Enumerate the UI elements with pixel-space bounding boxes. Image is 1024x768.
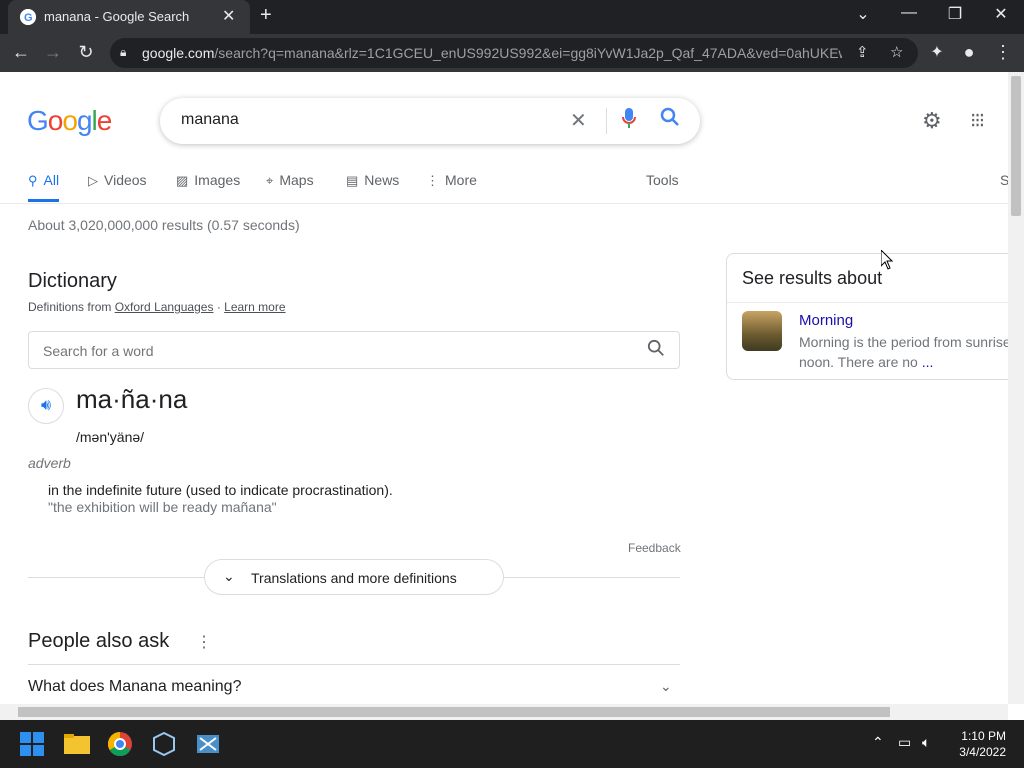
address-bar[interactable]: 🔒︎ google.com/search?q=manana&rlz=1C1GCE… — [110, 38, 918, 68]
tools-button[interactable]: Tools — [646, 172, 679, 188]
close-tab-icon[interactable]: ✕ — [222, 6, 235, 26]
morning-link[interactable]: Morning — [799, 312, 853, 329]
extensions-icon[interactable]: ✦ — [926, 42, 948, 62]
chevron-down-icon[interactable]: ⌄ — [660, 678, 672, 695]
google-apps-icon[interactable]: ⁝⁝⁝ — [970, 108, 985, 133]
more-definitions-label: Translations and more definitions — [251, 570, 457, 586]
bookmark-star-icon[interactable]: ☆ — [890, 43, 903, 61]
tab-all[interactable]: ⚲ All — [28, 172, 60, 202]
tab-title: manana - Google Search — [44, 9, 190, 24]
share-icon[interactable]: ⇪ — [856, 43, 869, 61]
menu-kebab-icon[interactable]: ⋮ — [992, 42, 1014, 63]
search-box[interactable]: manana ✕ — [160, 98, 700, 144]
more-dots-icon: ⋮ — [426, 173, 439, 188]
feedback-link[interactable]: Feedback — [628, 541, 681, 555]
side-panel-heading: See results about — [742, 268, 883, 288]
lock-icon[interactable]: 🔒︎ — [120, 45, 126, 60]
map-pin-icon: ⌖ — [266, 173, 274, 188]
separator: · — [216, 300, 221, 314]
google-favicon-icon: G — [20, 9, 36, 25]
forward-icon[interactable]: → — [42, 42, 64, 63]
see-results-about-panel: See results about Morning Morning is the… — [726, 253, 1008, 380]
dictionary-heading: Dictionary — [28, 270, 117, 292]
tab-news[interactable]: ▤ News — [346, 172, 399, 189]
vertical-scrollbar[interactable] — [1008, 72, 1024, 704]
microphone-icon[interactable] — [622, 108, 636, 133]
more-options-icon[interactable]: ⋮ — [196, 632, 212, 652]
tab-bar: G manana - Google Search ✕ + ⌄ — ❐ ✕ — [0, 0, 1024, 34]
virtualbox-icon[interactable] — [152, 731, 176, 757]
tab-more[interactable]: ⋮ More — [426, 172, 477, 189]
morning-thumbnail[interactable] — [742, 311, 782, 351]
google-logo[interactable]: Google — [27, 105, 112, 137]
search-icon[interactable] — [647, 339, 665, 362]
horizontal-scrollbar[interactable] — [0, 704, 1008, 720]
divider — [727, 302, 1008, 303]
scrollbar-thumb[interactable] — [1011, 76, 1021, 216]
reload-icon[interactable]: ↻ — [75, 42, 97, 63]
close-window-icon[interactable]: ✕ — [986, 4, 1016, 24]
network-icon[interactable]: ▭ — [898, 734, 911, 751]
taskbar: ⌃ ▭ 🔈︎ 1:10 PM 3/4/2022 — [0, 720, 1024, 768]
more-definitions-button[interactable]: ⌄ Translations and more definitions — [204, 559, 504, 595]
divider — [606, 108, 607, 134]
source-prefix: Definitions from — [28, 300, 112, 314]
pronunciation-speaker-icon[interactable]: 🔊︎ — [28, 388, 64, 424]
search-icon: ⚲ — [28, 173, 38, 188]
minimize-icon[interactable]: — — [894, 4, 924, 22]
morning-description: Morning is the period from sunrise noon.… — [799, 334, 1008, 370]
question-item[interactable]: What does Manana meaning? — [28, 678, 241, 696]
browser-tab-active[interactable]: G manana - Google Search ✕ — [8, 0, 250, 34]
dictionary-source: Definitions from Oxford Languages · Lear… — [28, 300, 286, 314]
page-content: Google manana ✕ ⚙ ⁝⁝⁝ ⚲ All ▷ Videos ▨ Imag… — [0, 72, 1008, 704]
search-tabs: ⚲ All ▷ Videos ▨ Images ⌖ Maps ▤ News ⋮ More T… — [0, 168, 1008, 204]
tab-search-icon[interactable]: ⌄ — [848, 4, 878, 24]
back-icon[interactable]: ← — [10, 42, 32, 63]
tab-maps[interactable]: ⌖ Maps — [266, 172, 314, 189]
part-of-speech: adverb — [28, 455, 71, 471]
search-icon[interactable] — [660, 107, 680, 133]
word-search-placeholder[interactable]: Search for a word — [43, 343, 154, 359]
mouse-cursor-icon — [880, 248, 894, 275]
oxford-languages-link[interactable]: Oxford Languages — [115, 300, 214, 314]
example-sentence: "the exhibition will be ready mañana" — [48, 499, 277, 515]
scrollbar-thumb[interactable] — [18, 707, 890, 717]
image-icon: ▨ — [176, 173, 189, 188]
people-also-ask-heading: People also ask — [28, 630, 170, 652]
volume-icon[interactable]: 🔈︎ — [922, 734, 930, 751]
svg-text:G: G — [24, 12, 33, 24]
definition: in the indefinite future (used to indica… — [48, 482, 393, 498]
new-tab-icon[interactable]: + — [260, 4, 272, 27]
show-hidden-icons-icon[interactable]: ⌃ — [872, 734, 884, 751]
news-icon: ▤ — [346, 173, 359, 188]
divider — [28, 664, 680, 665]
profile-icon[interactable]: ● — [958, 42, 980, 63]
windows-start-icon[interactable] — [20, 732, 44, 756]
restore-icon[interactable]: ❐ — [940, 4, 970, 24]
clipped-text: S — [1000, 172, 1008, 188]
chrome-icon[interactable] — [107, 732, 132, 757]
chevron-down-icon: ⌄ — [223, 568, 235, 584]
navigation-bar: ← → ↻ 🔒︎ google.com/search?q=manana&rlz=… — [0, 34, 1024, 72]
tab-images[interactable]: ▨ Images — [176, 172, 240, 189]
word-search-field[interactable]: Search for a word — [28, 331, 680, 369]
clear-icon[interactable]: ✕ — [570, 108, 587, 133]
settings-gear-icon[interactable]: ⚙ — [922, 108, 942, 134]
clock-time: 1:10 PM — [961, 729, 1006, 743]
tab-videos[interactable]: ▷ Videos — [88, 172, 147, 189]
vmware-icon[interactable] — [196, 732, 220, 756]
clock-date: 3/4/2022 — [959, 745, 1006, 759]
result-stats: About 3,020,000,000 results (0.57 second… — [28, 217, 300, 233]
play-icon: ▷ — [88, 173, 98, 188]
url-text: google.com/search?q=manana&rlz=1C1GCEU_e… — [142, 45, 842, 61]
learn-more-link[interactable]: Learn more — [224, 300, 285, 314]
system-clock[interactable]: 1:10 PM 3/4/2022 — [940, 728, 1006, 760]
phonetic: /mən'yänə/ — [76, 429, 145, 445]
file-explorer-icon[interactable] — [64, 732, 90, 756]
search-input[interactable]: manana — [181, 111, 239, 129]
dictionary-word: ma·ña·na — [76, 384, 188, 414]
